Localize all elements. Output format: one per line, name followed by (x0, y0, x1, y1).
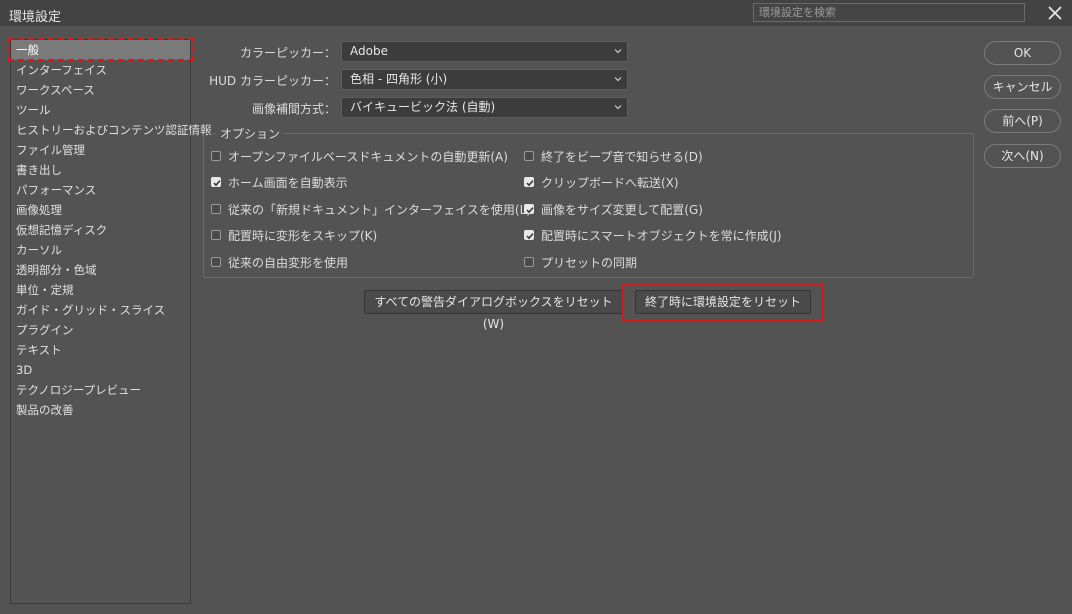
sidebar-item[interactable]: ヒストリーおよびコンテンツ認証情報 (11, 120, 212, 140)
sidebar-item[interactable]: ツール (11, 100, 190, 120)
checkbox-unchecked-icon[interactable] (524, 257, 534, 267)
checkbox-checked-icon[interactable] (524, 204, 534, 214)
checkbox-checked-icon[interactable] (524, 177, 534, 187)
option-checkbox[interactable]: 従来の「新規ドキュメント」インターフェイスを使用(L) (211, 200, 531, 218)
hud-color-picker-value: 色相 - 四角形 (小) (350, 72, 448, 86)
option-checkbox[interactable]: 画像をサイズ変更して配置(G) (524, 200, 703, 218)
sidebar-item[interactable]: ガイド・グリッド・スライス (11, 300, 190, 320)
chevron-down-icon (614, 105, 622, 110)
option-checkbox[interactable]: 配置時に変形をスキップ(K) (211, 226, 377, 244)
sidebar-item[interactable]: 仮想記憶ディスク (11, 220, 190, 240)
option-label: 配置時に変形をスキップ(K) (228, 228, 378, 243)
option-label: 従来の自由変形を使用 (228, 255, 349, 270)
sidebar-item[interactable]: 書き出し (11, 160, 190, 180)
reset-warnings-button[interactable]: すべての警告ダイアログボックスをリセット (W) (364, 290, 623, 331)
window-title: 環境設定 (9, 10, 62, 25)
option-label: ホーム画面を自動表示 (228, 175, 348, 190)
option-checkbox[interactable]: プリセットの同期 (524, 253, 637, 271)
option-checkbox[interactable]: 配置時にスマートオブジェクトを常に作成(J) (524, 226, 782, 244)
sidebar-item[interactable]: 製品の改善 (11, 400, 190, 420)
checkbox-unchecked-icon[interactable] (524, 151, 534, 161)
option-label: 終了をビープ音で知らせる(D) (541, 149, 703, 164)
search-input[interactable] (753, 3, 1025, 22)
interpolation-value: バイキュービック法 (自動) (350, 100, 496, 114)
option-label: 従来の「新規ドキュメント」インターフェイスを使用(L) (228, 202, 531, 217)
color-picker-select[interactable]: Adobe (341, 41, 628, 62)
chevron-down-icon (614, 77, 622, 82)
sidebar-item[interactable]: 単位・定規 (11, 280, 190, 300)
hud-color-picker-select[interactable]: 色相 - 四角形 (小) (341, 69, 628, 90)
checkbox-unchecked-icon[interactable] (211, 257, 221, 267)
sidebar-item[interactable]: ワークスペース (11, 80, 190, 100)
sidebar-item[interactable]: 画像処理 (11, 200, 190, 220)
checkbox-unchecked-icon[interactable] (211, 230, 221, 240)
hud-color-picker-label: HUD カラーピッカー： (209, 74, 336, 88)
cancel-button[interactable]: キャンセル (984, 75, 1061, 99)
sidebar-item[interactable]: 一般 (11, 40, 190, 60)
chevron-down-icon (614, 49, 622, 54)
checkbox-checked-icon[interactable] (524, 230, 534, 240)
title-bar: 環境設定 (0, 0, 1072, 26)
color-picker-value: Adobe (350, 44, 388, 58)
options-legend: オプション (216, 125, 285, 142)
close-icon[interactable] (1046, 4, 1064, 22)
option-label: オープンファイルベースドキュメントの自動更新(A) (228, 149, 508, 164)
checkbox-checked-icon[interactable] (211, 177, 221, 187)
prev-button[interactable]: 前へ(P) (984, 109, 1061, 133)
option-checkbox[interactable]: 終了をビープ音で知らせる(D) (524, 147, 703, 165)
category-list: 一般 インターフェイス ワークスペース ツール ヒストリーおよびコンテンツ認証情報 ファイ… (10, 39, 212, 604)
sidebar-item[interactable]: 透明部分・色域 (11, 260, 190, 280)
next-button[interactable]: 次へ(N) (984, 144, 1061, 168)
option-label: プリセットの同期 (541, 255, 638, 270)
interpolation-label: 画像補間方式： (251, 102, 336, 116)
checkbox-unchecked-icon[interactable] (211, 151, 221, 161)
color-picker-label: カラーピッカー： (239, 46, 336, 60)
sidebar-item[interactable]: テクノロジープレビュー (11, 380, 190, 400)
option-checkbox[interactable]: クリップボードへ転送(X) (524, 173, 679, 191)
ok-button[interactable]: OK (984, 41, 1061, 65)
option-label: 画像をサイズ変更して配置(G) (541, 202, 703, 217)
sidebar-item[interactable]: パフォーマンス (11, 180, 190, 200)
option-checkbox[interactable]: オープンファイルベースドキュメントの自動更新(A) (211, 147, 508, 165)
option-label: 配置時にスマートオブジェクトを常に作成(J) (541, 228, 782, 243)
sidebar-item[interactable]: インターフェイス (11, 60, 190, 80)
checkbox-unchecked-icon[interactable] (211, 204, 221, 214)
sidebar-item[interactable]: カーソル (11, 240, 190, 260)
option-label: クリップボードへ転送(X) (541, 175, 679, 190)
option-checkbox[interactable]: 従来の自由変形を使用 (211, 253, 348, 271)
sidebar-item[interactable]: 3D (11, 360, 190, 380)
reset-preferences-button[interactable]: 終了時に環境設定をリセット (635, 290, 811, 314)
sidebar-item[interactable]: ファイル管理 (11, 140, 190, 160)
sidebar-item[interactable]: プラグイン (11, 320, 190, 340)
option-checkbox[interactable]: ホーム画面を自動表示 (211, 173, 348, 191)
sidebar-item[interactable]: テキスト (11, 340, 190, 360)
interpolation-select[interactable]: バイキュービック法 (自動) (341, 97, 628, 118)
